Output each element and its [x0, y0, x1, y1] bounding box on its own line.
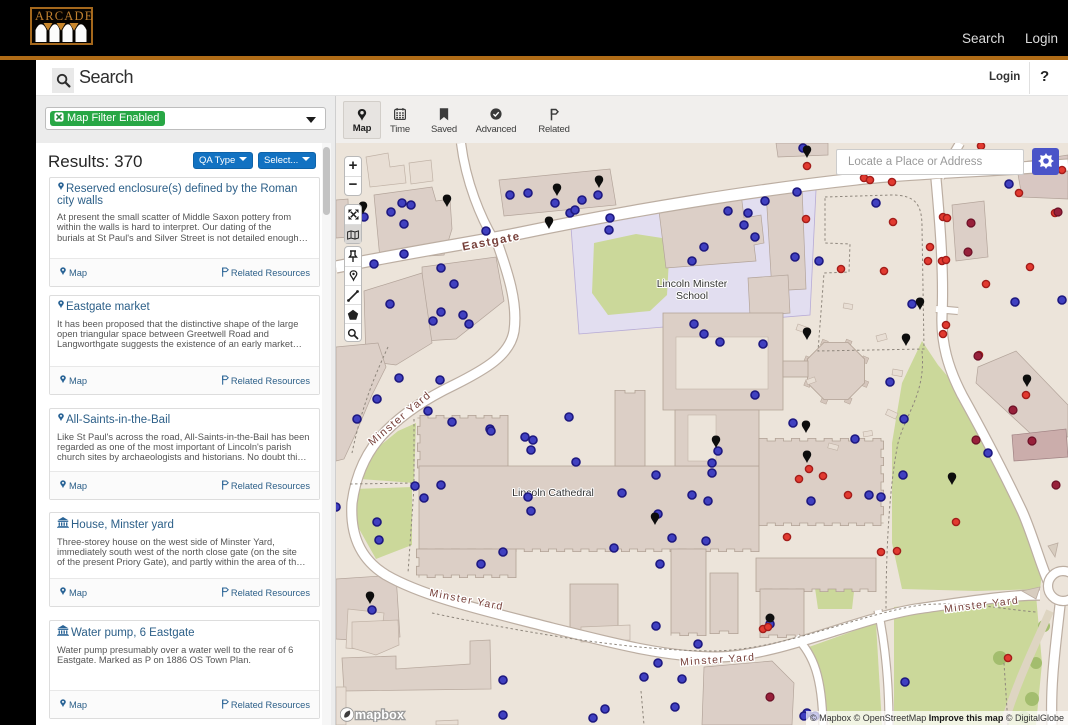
svg-text:Lincoln Minster: Lincoln Minster — [657, 278, 728, 290]
svg-text:mapbox: mapbox — [355, 708, 404, 722]
svg-text:School: School — [676, 290, 708, 302]
